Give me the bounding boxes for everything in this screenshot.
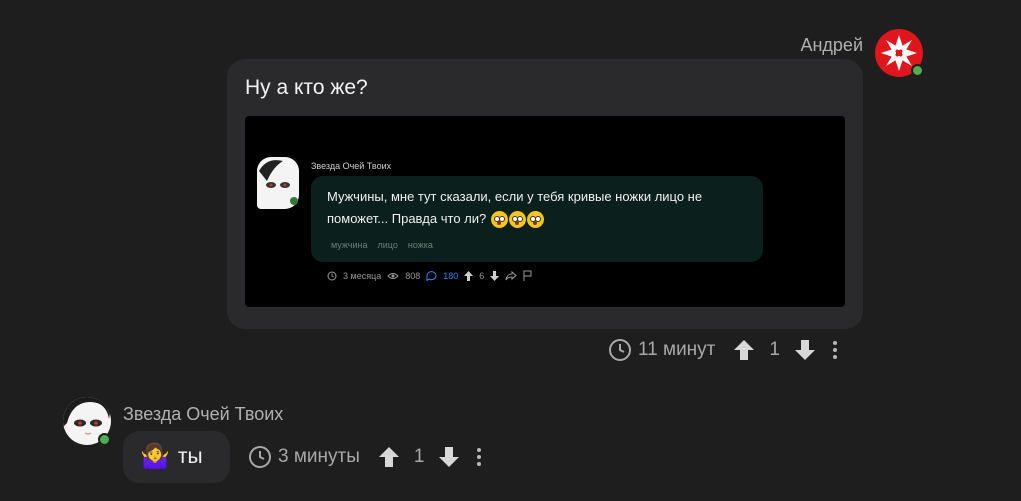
author-name[interactable]: Андрей [800,35,863,56]
upvote-button[interactable] [378,446,400,468]
downvote-button[interactable] [438,446,460,468]
embed-message-text: Мужчины, мне тут сказали, если у тебя кр… [327,186,757,230]
embed-tag: лицо [377,240,398,250]
more-options-button[interactable] [474,448,484,466]
embed-rating: 6 [479,270,485,281]
rating-value: 1 [413,446,425,467]
more-options-button[interactable] [830,341,840,359]
embed-tag: мужчина [331,240,368,250]
arrow-up-icon [378,447,399,467]
embed-meta-row: 3 месяца 808 180 6 [327,270,532,281]
eye-icon [387,272,399,279]
arrow-down-icon [794,340,815,360]
share-icon [505,270,518,280]
message-text: Ну а кто же? [245,76,368,99]
arrow-down-icon [490,270,500,281]
message-meta: 3 минуты 1 [248,445,484,469]
embed-text-line-2-text: поможет... Правда что ли? [327,211,487,226]
flag-icon [523,270,532,281]
embed-tags: мужчина лицо ножка [331,240,433,250]
arrow-up-icon [734,340,755,360]
message-time[interactable]: 3 минуты [278,446,360,468]
rating-value: 1 [769,339,780,360]
attached-image[interactable]: Звезда Очей Твоих Мужчины, мне тут сказа… [245,116,845,307]
message-text: ты [177,445,203,468]
message-bubble: 🤷‍♀️ ты [123,431,230,483]
comment-icon [426,270,437,281]
embed-text-line-2: поможет... Правда что ли? [327,208,757,230]
clock-icon [249,446,271,468]
downvote-button[interactable] [794,339,816,361]
message-meta: 11 минут 1 [608,338,840,362]
flushed-face-icon [526,211,544,229]
embed-views: 808 [405,270,421,281]
clock-icon [609,339,631,361]
flushed-face-icon [490,211,508,229]
online-status-dot [98,433,111,446]
message-bubble: Ну а кто же? Звезда Очей Твоих Мужчины, … [227,59,863,329]
upvote-button[interactable] [733,339,755,361]
embed-time: 3 месяца [343,270,382,281]
embed-text-line-1: Мужчины, мне тут сказали, если у тебя кр… [327,189,703,204]
clock-icon [327,271,337,280]
flushed-face-icon [508,211,526,229]
message-time[interactable]: 11 минут [638,339,715,361]
arrow-down-icon [439,447,460,467]
person-shrugging-icon: 🤷‍♀️ [140,443,170,470]
embed-author-name: Звезда Очей Твоих [311,161,392,171]
embed-tag: ножка [407,240,433,250]
online-status-dot [911,64,924,77]
embed-online-dot [290,197,298,205]
arrow-up-icon [464,270,474,281]
embed-comments: 180 [443,270,459,281]
author-name[interactable]: Звезда Очей Твоих [123,404,283,425]
